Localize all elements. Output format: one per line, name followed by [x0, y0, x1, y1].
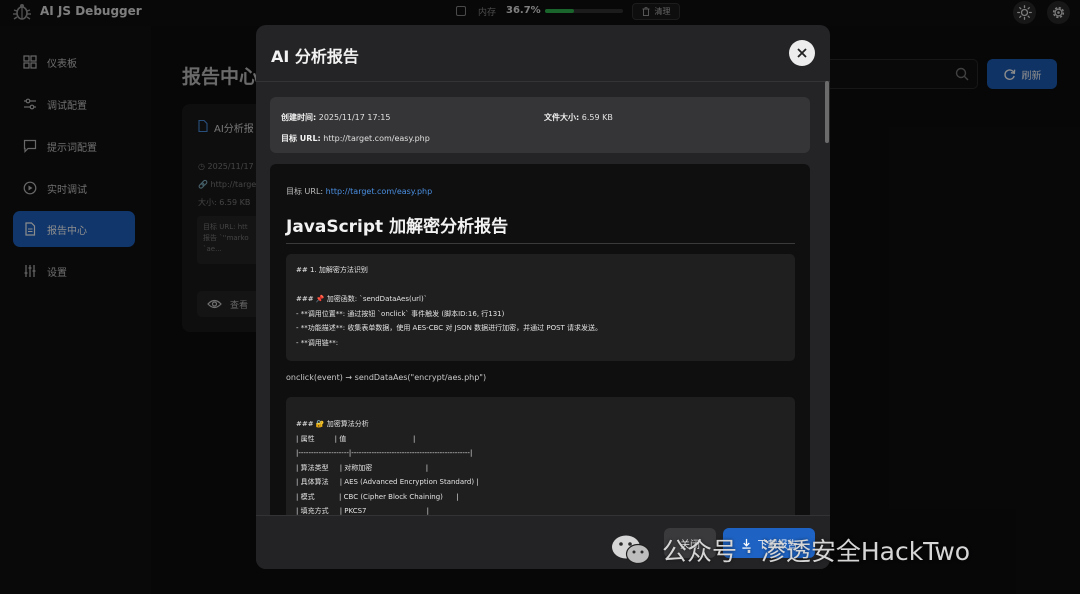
code-block-algorithm: ### 🔐 加密算法分析 | 属性 | 值 | |---------------… — [286, 397, 795, 524]
modal-scrollbar[interactable] — [824, 81, 830, 515]
heading-divider — [286, 243, 795, 244]
modal-divider — [256, 81, 830, 82]
target-url-value: http://target.com/easy.php — [323, 134, 430, 143]
file-size: 文件大小: 6.59 KB — [544, 112, 613, 123]
created-time-value: 2025/11/17 17:15 — [318, 113, 391, 122]
report-info-panel: 创建时间: 2025/11/17 17:15 文件大小: 6.59 KB 目标 … — [270, 97, 810, 153]
watermark: 公众号 · 渗透安全HackTwo — [610, 530, 970, 570]
report-modal: AI 分析报告 创建时间: 2025/11/17 17:15 文件大小: 6.5… — [256, 25, 830, 569]
watermark-text: 公众号 · 渗透安全HackTwo — [662, 537, 971, 566]
wechat-logo-icon — [612, 535, 651, 565]
report-target-prefix: 目标 URL: — [286, 187, 326, 196]
file-size-value: 6.59 KB — [581, 113, 613, 122]
modal-close-button[interactable] — [789, 40, 815, 66]
target-url-label: 目标 URL: — [281, 134, 321, 143]
created-time-label: 创建时间: — [281, 113, 317, 122]
target-url: 目标 URL: http://target.com/easy.php — [281, 133, 430, 144]
file-size-label: 文件大小: — [544, 113, 580, 122]
modal-title: AI 分析报告 — [271, 47, 359, 66]
report-heading: JavaScript 加解密分析报告 — [286, 217, 509, 237]
scrollbar-thumb[interactable] — [825, 81, 829, 143]
close-icon — [797, 48, 807, 58]
code-block-method: ## 1. 加解密方法识别 ### 📌 加密函数: `sendDataAes(u… — [286, 254, 795, 361]
report-target-line: 目标 URL: http://target.com/easy.php — [286, 186, 432, 197]
report-target-link[interactable]: http://target.com/easy.php — [326, 187, 433, 196]
report-content: 目标 URL: http://target.com/easy.php JavaS… — [270, 164, 810, 524]
call-chain-text: onclick(event) → sendDataAes("encrypt/ae… — [286, 373, 487, 382]
created-time: 创建时间: 2025/11/17 17:15 — [281, 112, 390, 123]
